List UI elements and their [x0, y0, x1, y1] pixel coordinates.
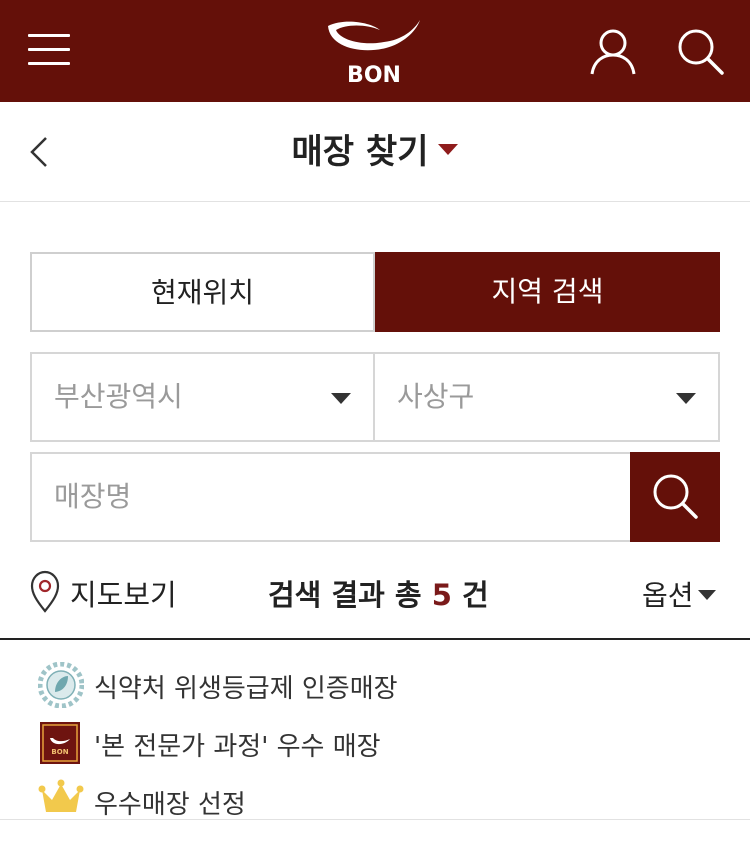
map-view-label: 지도보기 — [70, 578, 177, 612]
legend-label: 우수매장 선정 — [94, 790, 246, 820]
menu-icon[interactable] — [28, 30, 70, 70]
legend-item: BON '본 전문가 과정' 우수 매장 — [38, 720, 738, 768]
brand-name: BON — [347, 63, 401, 88]
search-button[interactable] — [630, 452, 720, 542]
user-icon[interactable] — [588, 26, 638, 78]
svg-text:BON: BON — [51, 748, 68, 756]
store-name-input[interactable]: 매장명 — [30, 452, 631, 542]
badge-legend: 식약처 위생등급제 인증매장 BON '본 전문가 과정' 우수 매장 우수매장… — [0, 642, 750, 820]
result-count-number: 5 — [431, 578, 452, 612]
result-count: 검색 결과 총 5 건 — [268, 572, 489, 614]
legend-label: 식약처 위생등급제 인증매장 — [94, 674, 398, 704]
city-select-value: 부산광역시 — [54, 380, 183, 413]
tab-current-location[interactable]: 현재위치 — [30, 252, 375, 332]
district-select-value: 사상구 — [397, 380, 475, 413]
options-dropdown[interactable]: 옵션 — [642, 574, 716, 614]
tab-region-search[interactable]: 지역 검색 — [375, 252, 720, 332]
page-title: 매장 찾기 — [291, 132, 429, 172]
result-count-prefix: 검색 결과 총 — [268, 578, 422, 612]
search-icon[interactable] — [674, 26, 726, 78]
result-count-suffix: 건 — [462, 578, 489, 612]
page-title-dropdown[interactable]: 매장 찾기 — [0, 128, 750, 176]
district-select[interactable]: 사상구 — [375, 354, 718, 440]
legend-item: 우수매장 선정 — [38, 778, 738, 826]
legend-label: '본 전문가 과정' 우수 매장 — [94, 732, 381, 762]
hygiene-grade-badge-icon — [38, 662, 84, 708]
bon-logo[interactable]: BON — [322, 14, 426, 90]
crown-icon — [38, 779, 84, 812]
store-search: 매장명 — [30, 452, 720, 542]
page-header: 매장 찾기 — [0, 102, 750, 202]
region-filters: 부산광역시 사상구 — [30, 352, 720, 442]
legend-item: 식약처 위생등급제 인증매장 — [38, 662, 738, 710]
map-pin-icon — [30, 570, 60, 613]
chevron-down-icon — [331, 393, 351, 404]
search-mode-tabs: 현재위치 지역 검색 — [30, 252, 720, 332]
bon-expert-badge-icon: BON — [40, 722, 80, 764]
city-select[interactable]: 부산광역시 — [32, 354, 375, 440]
caret-down-icon — [697, 590, 716, 600]
caret-down-icon — [438, 144, 459, 155]
options-label: 옵션 — [642, 579, 694, 612]
top-navigation-bar: BON — [0, 0, 750, 102]
chevron-down-icon — [676, 393, 696, 404]
search-icon — [653, 474, 698, 519]
result-bar: 지도보기 검색 결과 총 5 건 옵션 — [0, 560, 750, 640]
